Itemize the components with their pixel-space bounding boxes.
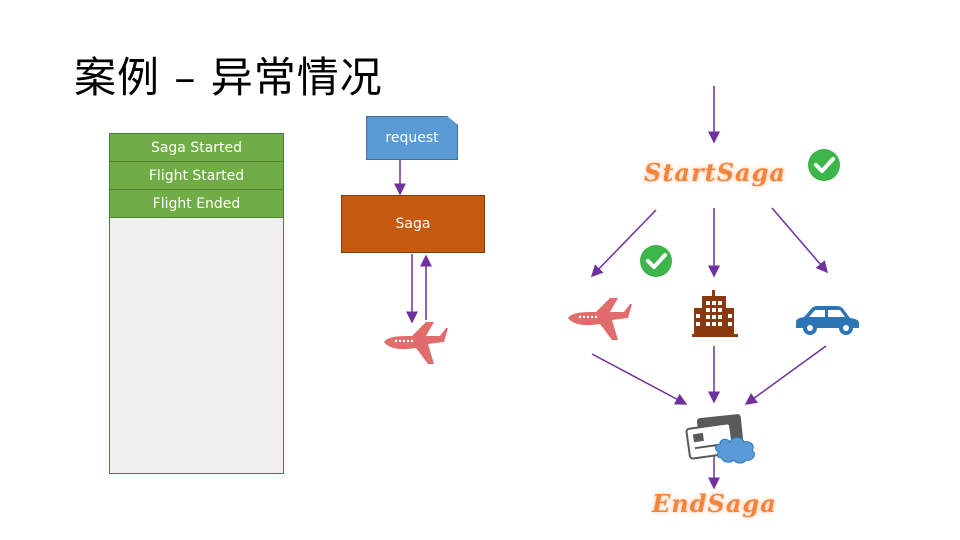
car-icon	[796, 306, 859, 335]
arrow-flight-to-payment	[591, 353, 688, 405]
payment-cards-cloud-icon	[685, 414, 755, 464]
airplane-icon-flight	[568, 298, 632, 340]
hotel-building-icon	[692, 290, 738, 337]
check-icon-startsaga	[808, 149, 840, 181]
arrow-car-to-payment	[744, 345, 827, 405]
airplane-icon	[384, 322, 448, 364]
check-icon-flight	[640, 245, 672, 277]
end-saga-label: EndSaga	[652, 489, 777, 518]
diagram-connectors	[384, 86, 859, 490]
start-saga-label: StartSaga	[644, 158, 786, 187]
arrow-start-to-car	[771, 207, 828, 274]
